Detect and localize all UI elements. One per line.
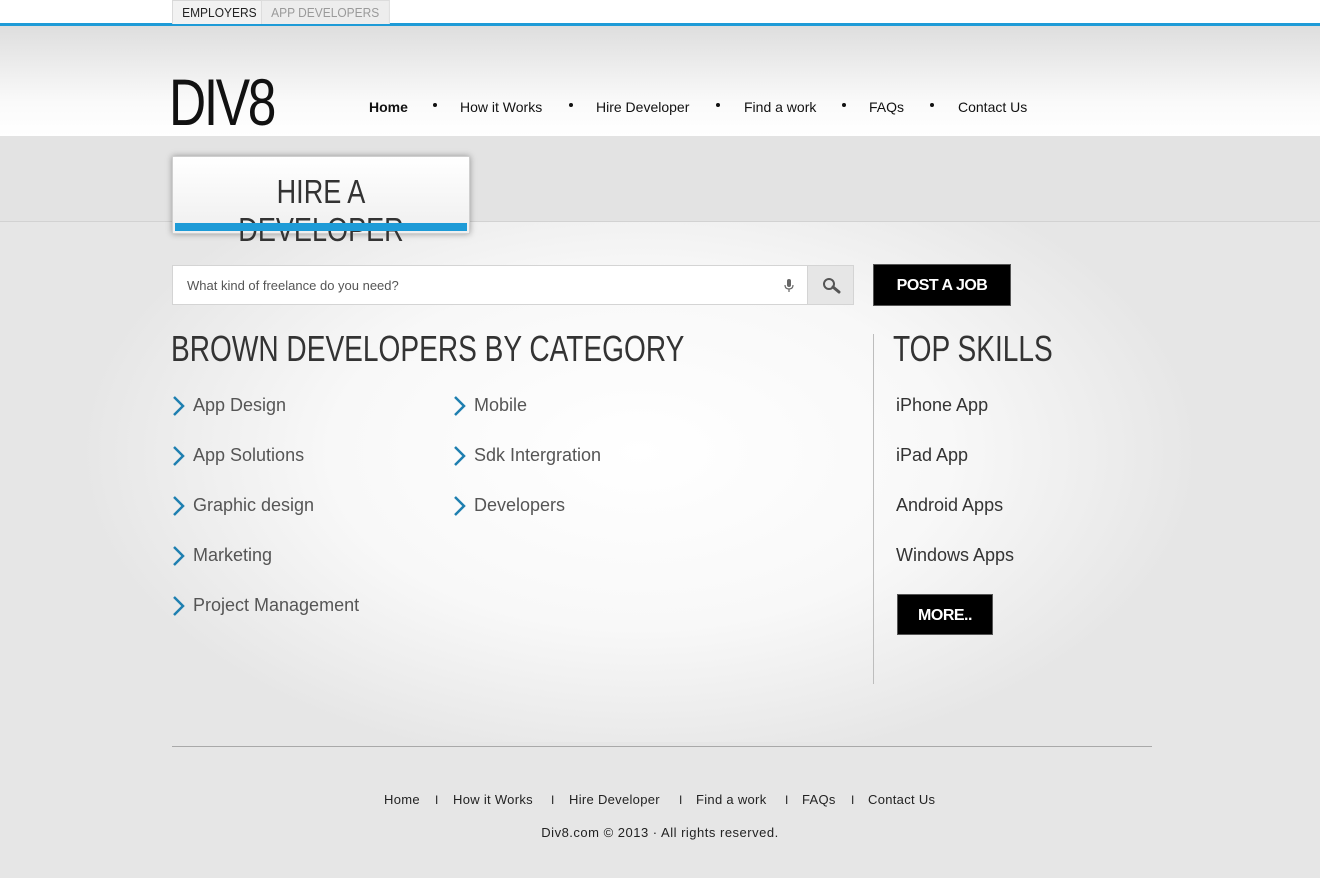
search-icon [823,278,841,294]
category-label: Marketing [193,545,273,565]
chevron-right-icon [454,396,466,416]
more-button[interactable]: MORE.. [897,594,993,635]
footer-nav-hire-developer[interactable]: Hire Developer [569,792,660,808]
category-label: App Design [193,395,287,415]
skill-link[interactable]: Windows Apps [896,543,1014,567]
logo[interactable]: DIV8 [169,66,276,138]
footer-nav-find-a-work[interactable]: Find a work [696,792,767,808]
top-bar: EMPLOYERS APP DEVELOPERS [0,0,1320,26]
nav-find-a-work[interactable]: Find a work [744,98,816,116]
footer-separator: I [851,793,855,807]
nav-separator-dot [930,103,934,107]
header: DIV8 Home How it Works Hire Developer Fi… [0,26,1320,138]
chevron-right-icon [454,446,466,466]
nav-separator-dot [716,103,720,107]
footer-nav-contact-us[interactable]: Contact Us [868,792,935,808]
categories-heading: BROWN DEVELOPERS BY CATEGORY [171,328,685,369]
footer-nav-home[interactable]: Home [384,792,420,808]
footer-separator: I [679,793,683,807]
chevron-right-icon [173,496,185,516]
nav-separator-dot [569,103,573,107]
category-label: App Solutions [193,445,305,465]
footer-separator: I [435,793,439,807]
category-label: Mobile [474,395,528,415]
category-label: Graphic design [193,495,315,515]
nav-hire-developer[interactable]: Hire Developer [596,98,689,116]
page-title: HIRE A DEVELOPER [238,173,403,248]
chevron-right-icon [173,396,185,416]
nav-how-it-works[interactable]: How it Works [460,98,542,116]
skill-link[interactable]: iPad App [896,443,968,467]
page-title-tab: HIRE A DEVELOPER [172,156,470,248]
nav-faqs[interactable]: FAQs [869,98,904,116]
footer-nav-faqs[interactable]: FAQs [802,792,836,808]
nav-contact-us[interactable]: Contact Us [958,98,1027,116]
footer-separator: I [551,793,555,807]
footer-nav-how-it-works[interactable]: How it Works [453,792,533,808]
chevron-right-icon [173,446,185,466]
nav-home[interactable]: Home [369,98,408,116]
top-skills-heading: TOP SKILLS [893,328,1053,369]
skill-link[interactable]: Android Apps [896,493,1003,517]
chevron-right-icon [173,546,185,566]
category-label: Sdk Intergration [474,445,602,465]
search-box [172,265,854,305]
footer-divider [172,746,1152,747]
post-job-button[interactable]: POST A JOB [873,264,1011,306]
nav-separator-dot [433,103,437,107]
search-button[interactable] [807,266,853,304]
footer-nav: Home I How it Works I Hire Developer I F… [0,792,1320,808]
category-label: Project Management [193,595,360,615]
skill-link[interactable]: iPhone App [896,393,988,417]
microphone-icon[interactable] [783,278,795,294]
tab-app-developers[interactable]: APP DEVELOPERS [261,0,390,24]
page-title-underline [175,223,467,231]
chevron-right-icon [454,496,466,516]
search-input[interactable] [173,266,773,304]
tab-employers[interactable]: EMPLOYERS [172,0,267,24]
chevron-right-icon [173,596,185,616]
category-label: Developers [474,495,566,515]
nav-separator-dot [842,103,846,107]
column-divider [873,334,874,684]
copyright: Div8.com © 2013 · All rights reserved. [541,825,779,840]
footer-separator: I [785,793,789,807]
